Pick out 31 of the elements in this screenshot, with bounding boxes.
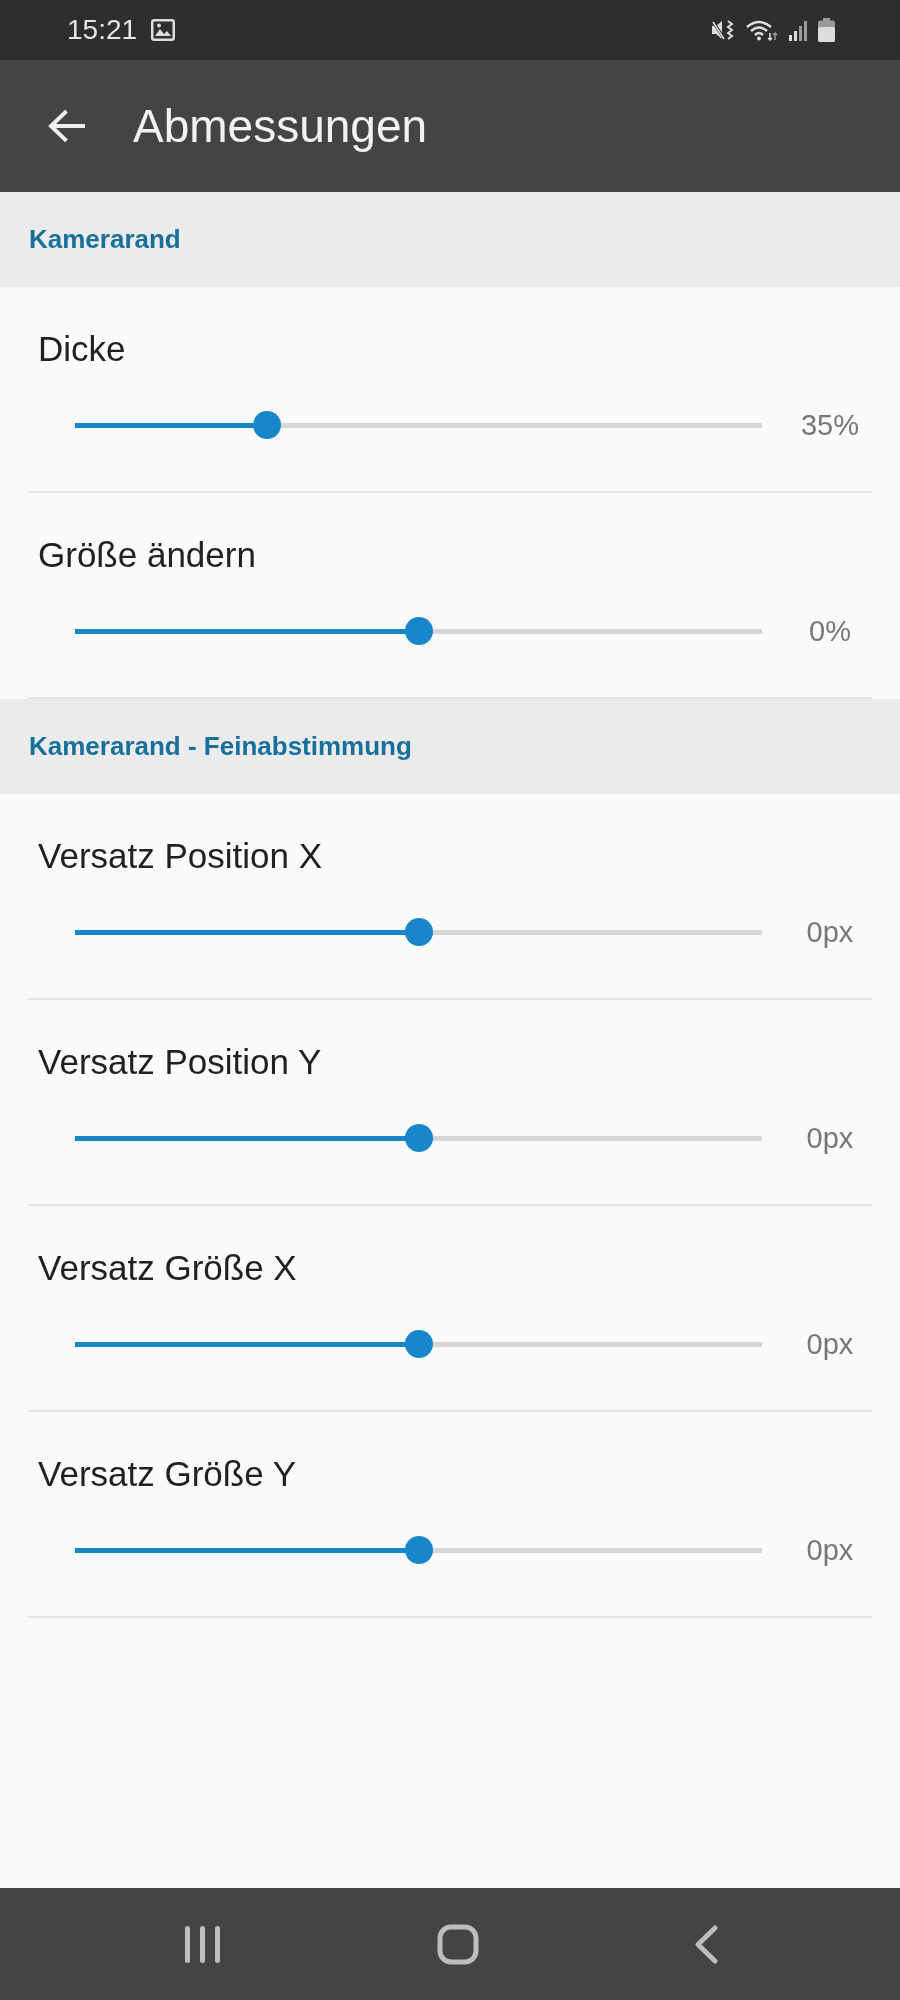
wifi-icon (745, 18, 778, 42)
back-icon[interactable] (695, 1924, 718, 1964)
setting-label: Größe ändern (37, 535, 256, 575)
setting-label: Versatz Größe X (37, 1248, 297, 1288)
signal-icon (788, 19, 808, 41)
slider-thumb[interactable] (404, 918, 433, 946)
slider-thumb[interactable] (404, 1536, 433, 1564)
slider-thumb[interactable] (404, 1124, 433, 1152)
setting-label: Versatz Größe Y (37, 1454, 297, 1494)
status-time: 15:21 (67, 14, 138, 46)
slider-thumb[interactable] (404, 1330, 433, 1358)
setting-label: Versatz Position Y (37, 1042, 322, 1082)
home-icon[interactable] (437, 1923, 479, 1965)
slider-thumb[interactable] (404, 617, 433, 645)
image-icon (151, 19, 176, 41)
slider-value: 0px (805, 1327, 855, 1361)
setting-label: Versatz Position X (37, 836, 323, 876)
slider-thumb[interactable] (253, 411, 282, 439)
slider-value: 35% (799, 408, 860, 442)
screen-title: Abmessungen (133, 99, 428, 153)
section-header: Kamerarand (0, 192, 900, 287)
slider-value: 0px (805, 1121, 855, 1155)
battery-icon (818, 18, 835, 42)
recent-apps-icon[interactable] (184, 1924, 221, 1964)
muted-vibrate-icon (711, 19, 735, 41)
setting-label: Dicke (37, 329, 126, 369)
slider-value: 0px (805, 1533, 855, 1567)
slider-value: 0px (805, 915, 855, 949)
section-header: Kamerarand - Feinabstimmung (0, 699, 900, 794)
back-arrow-icon[interactable] (47, 109, 85, 143)
slider-value: 0% (808, 614, 852, 648)
